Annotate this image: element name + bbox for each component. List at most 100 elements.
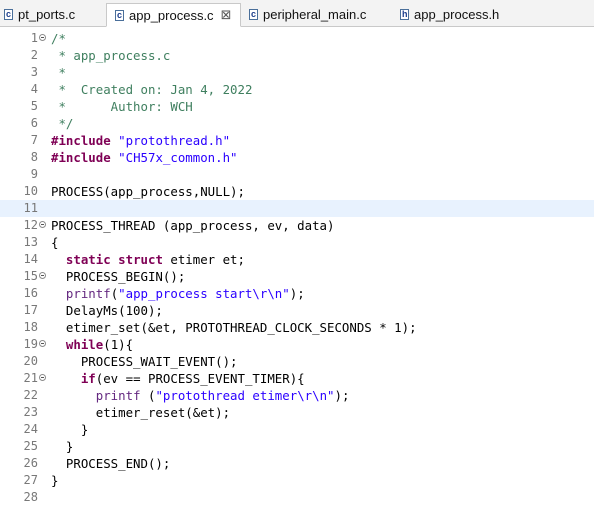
code-line[interactable]: 5 * Author: WCH (0, 98, 594, 115)
code-token: } (51, 439, 74, 454)
code-text: { (51, 234, 58, 251)
fold-toggle-icon[interactable] (39, 340, 46, 347)
code-line[interactable]: 2 * app_process.c (0, 47, 594, 64)
code-line[interactable]: 21 if(ev == PROCESS_EVENT_TIMER){ (0, 370, 594, 387)
code-line[interactable]: 20 PROCESS_WAIT_EVENT(); (0, 353, 594, 370)
code-token: static (65, 252, 111, 267)
code-line[interactable]: 15 PROCESS_BEGIN(); (0, 268, 594, 285)
fold-toggle-icon[interactable] (39, 34, 46, 41)
line-number: 14 (23, 252, 38, 266)
line-number: 27 (23, 473, 38, 487)
c-file-icon: c (4, 9, 13, 20)
code-line[interactable]: 25 } (0, 438, 594, 455)
tab-label: app_process.c (129, 7, 214, 23)
code-line[interactable]: 23 etimer_reset(&et); (0, 404, 594, 421)
code-token: * Created on: Jan 4, 2022 (51, 82, 253, 97)
code-line[interactable]: 19 while(1){ (0, 336, 594, 353)
line-number: 17 (23, 303, 38, 317)
line-number: 26 (23, 456, 38, 470)
code-line[interactable]: 26 PROCESS_END(); (0, 455, 594, 472)
code-line[interactable]: 10 PROCESS(app_process,NULL); (0, 183, 594, 200)
code-token: /* (51, 31, 66, 46)
code-line[interactable]: 22 printf ("protothread etimer\r\n"); (0, 387, 594, 404)
line-number: 20 (23, 354, 38, 368)
code-token: if (80, 371, 96, 386)
code-line[interactable]: 9 (0, 166, 594, 183)
code-text: etimer_reset(&et); (51, 404, 230, 421)
tab-app-process-h[interactable]: h app_process.h (400, 3, 499, 26)
code-token: "protothread.h" (118, 133, 231, 148)
line-number: 1 (30, 31, 38, 45)
code-line[interactable]: 27} (0, 472, 594, 489)
code-text: #include "CH57x_common.h" (51, 149, 238, 166)
code-line[interactable]: 28 (0, 489, 594, 506)
line-number: 4 (30, 82, 38, 96)
code-text: PROCESS_WAIT_EVENT(); (51, 353, 238, 370)
code-line[interactable]: 6 */ (0, 115, 594, 132)
code-line[interactable]: 11 (0, 200, 594, 217)
line-number: 8 (30, 150, 38, 164)
code-line[interactable]: 1 /* (0, 30, 594, 47)
code-token: printf (95, 388, 141, 403)
code-text: PROCESS_BEGIN(); (51, 268, 185, 285)
line-number: 16 (23, 286, 38, 300)
code-text: */ (51, 115, 73, 132)
fold-toggle-icon[interactable] (39, 221, 46, 228)
line-number: 9 (30, 167, 38, 181)
code-line[interactable]: 17 DelayMs(100); (0, 302, 594, 319)
code-text: DelayMs(100); (51, 302, 163, 319)
code-token: #include (51, 150, 111, 165)
c-file-icon: c (115, 9, 124, 21)
code-text: * Created on: Jan 4, 2022 (51, 81, 252, 98)
code-editor[interactable]: 1/* 2 * app_process.c 3 * 4 * Created on: J… (0, 27, 594, 506)
code-token: (1){ (103, 337, 134, 352)
code-token: } (51, 473, 59, 488)
code-token: PROCESS_BEGIN(); (51, 269, 186, 284)
line-number: 25 (23, 439, 38, 453)
code-token: * Author: WCH (51, 99, 193, 114)
code-token: PROCESS(app_process,NULL); (51, 184, 245, 199)
close-icon[interactable]: ⊠ (221, 9, 232, 22)
code-text: } (51, 421, 88, 438)
line-number: 18 (23, 320, 38, 334)
code-token: PROCESS_THREAD (app_process, ev, data) (51, 218, 335, 233)
code-text: } (51, 472, 58, 489)
editor-tab-bar: c pt_ports.c c app_process.c ⊠ c periphe… (0, 0, 594, 27)
tab-app-process-c[interactable]: c app_process.c ⊠ (106, 3, 241, 27)
fold-toggle-icon[interactable] (39, 374, 46, 381)
code-line[interactable]: 14 static struct etimer et; (0, 251, 594, 268)
code-token: etimer_set(&et, PROTOTHREAD_CLOCK_SECOND… (51, 320, 417, 335)
code-text: PROCESS(app_process,NULL); (51, 183, 245, 200)
code-line[interactable]: 16 printf("app_process start\r\n"); (0, 285, 594, 302)
code-line[interactable]: 3 * (0, 64, 594, 81)
line-number: 3 (30, 65, 38, 79)
tab-pt-ports-c[interactable]: c pt_ports.c (4, 3, 75, 26)
code-token: etimer_reset(&et); (51, 405, 231, 420)
line-number: 2 (30, 48, 38, 62)
code-line[interactable]: 12 PROCESS_THREAD (app_process, ev, data) (0, 217, 594, 234)
code-token: } (51, 422, 89, 437)
code-line[interactable]: 18 etimer_set(&et, PROTOTHREAD_CLOCK_SEC… (0, 319, 594, 336)
code-line[interactable]: 24 } (0, 421, 594, 438)
line-number: 5 (30, 99, 38, 113)
code-line[interactable]: 4 * Created on: Jan 4, 2022 (0, 81, 594, 98)
code-line[interactable]: 13 { (0, 234, 594, 251)
line-number: 24 (23, 422, 38, 436)
code-token: (ev == PROCESS_EVENT_TIMER){ (95, 371, 305, 386)
code-line[interactable]: 7 #include "protothread.h" (0, 132, 594, 149)
code-text: * (51, 64, 66, 81)
code-token: ); (334, 388, 350, 403)
code-token: * (51, 65, 66, 80)
code-token: etimer et; (162, 252, 245, 267)
fold-toggle-icon[interactable] (39, 272, 46, 279)
line-number: 11 (23, 201, 38, 215)
code-text: * app_process.c (51, 47, 170, 64)
tab-label: app_process.h (414, 7, 500, 22)
code-text: static struct etimer et; (51, 251, 245, 268)
tab-peripheral-main-c[interactable]: c peripheral_main.c (249, 3, 366, 26)
code-line[interactable]: 8 #include "CH57x_common.h" (0, 149, 594, 166)
